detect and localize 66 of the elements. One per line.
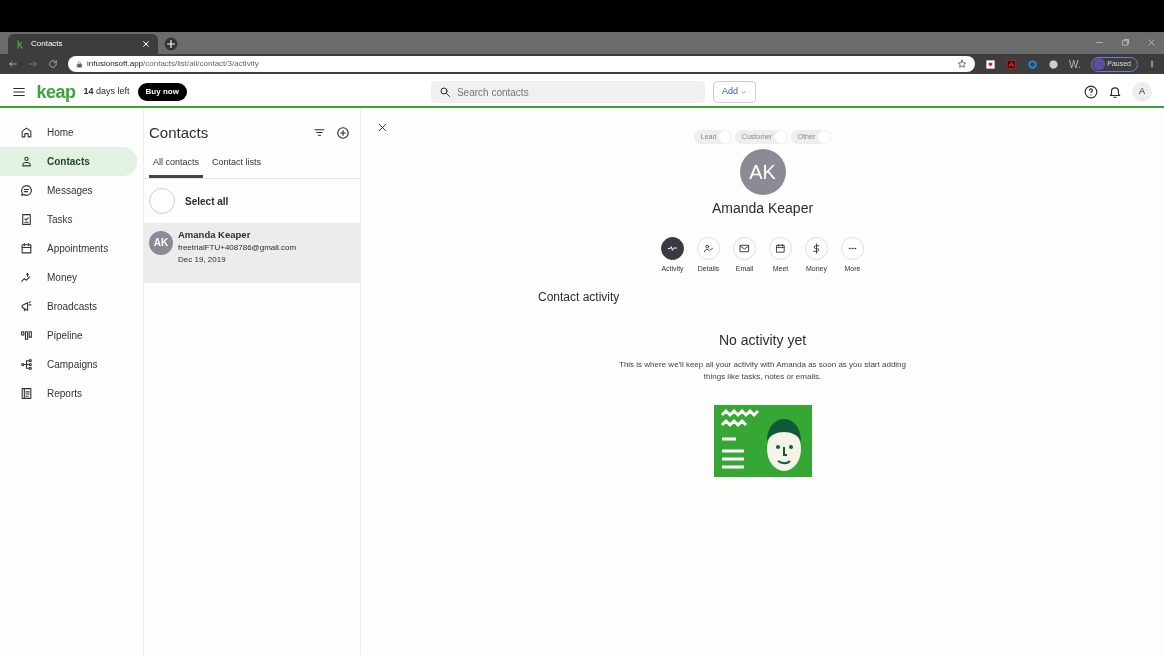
contact-date: Dec 19, 2019 — [178, 254, 227, 267]
tab[interactable]: Contact lists — [208, 149, 266, 178]
contact-name: Amanda Keaper — [711, 198, 814, 218]
caret-icon — [740, 88, 748, 96]
chat-icon — [20, 184, 33, 197]
url-text: infusionsoft.app/contacts/list/all/contact/3/activity — [87, 58, 259, 70]
tab-title: Contacts — [31, 38, 63, 50]
address-bar[interactable]: infusionsoft.app/contacts/list/all/contact/3/activity — [68, 56, 976, 72]
sidebar-item[interactable]: Campaigns — [0, 350, 137, 379]
profile-avatar — [1092, 58, 1105, 70]
star-icon[interactable] — [957, 59, 968, 69]
sidebar-item[interactable]: Home — [0, 118, 137, 147]
new-tab-icon[interactable] — [164, 37, 178, 51]
tab[interactable]: All contacts — [149, 149, 204, 178]
columns-icon — [20, 329, 33, 342]
contact-avatar: AK — [149, 230, 173, 255]
checklist-icon — [20, 213, 33, 226]
back-icon[interactable] — [8, 59, 18, 69]
menu-icon[interactable] — [12, 85, 26, 99]
extension-label[interactable]: W. — [1069, 56, 1081, 72]
contact-row[interactable]: AK Amanda Keaper freetrialFTU+408786@gmail.com Dec 19, 2019 — [144, 223, 360, 283]
sidebar-item[interactable]: Pipeline — [0, 321, 137, 350]
user-avatar[interactable]: A — [1132, 82, 1152, 102]
browser-tab[interactable]: Contacts — [8, 34, 158, 54]
home-icon — [20, 126, 33, 139]
page-icon — [16, 39, 25, 49]
help-icon[interactable] — [1084, 85, 1098, 99]
ring-icon[interactable] — [1027, 58, 1039, 70]
sidebar-item[interactable]: Tasks — [0, 205, 137, 234]
bell-icon[interactable] — [1108, 85, 1122, 99]
add-icon[interactable] — [336, 126, 350, 141]
sidebar-item[interactable]: Reports — [0, 379, 137, 408]
section-title: Contact activity — [538, 289, 620, 306]
close-icon[interactable] — [377, 122, 388, 133]
empty-text: This is where we'll keep all your activity with Amanda as soon as you start adding things like tasks, notes or emails. — [618, 359, 907, 383]
select-all-checkbox[interactable] — [149, 188, 175, 214]
calendar-icon — [20, 242, 33, 255]
search-field[interactable]: Search contacts — [430, 81, 705, 103]
lock-icon — [76, 60, 83, 68]
contact-email: freetrialFTU+408786@gmail.com — [178, 242, 297, 255]
sidebar-item[interactable]: Appointments — [0, 234, 137, 263]
more-icon[interactable] — [1148, 59, 1156, 69]
search-icon — [438, 86, 451, 98]
sidebar-item[interactable]: Broadcasts — [0, 292, 137, 321]
dollar-chart-icon — [20, 271, 33, 284]
empty-title: No activity yet — [718, 331, 807, 350]
add-button[interactable]: Add — [712, 81, 757, 103]
document-icon — [20, 387, 33, 400]
buy-now-button[interactable]: Buy now — [137, 83, 187, 101]
person-icon — [20, 155, 33, 168]
contact-avatar: AK — [739, 149, 786, 195]
flow-icon — [20, 358, 33, 371]
sidebar-item[interactable]: Contacts — [0, 147, 137, 176]
document-icon[interactable] — [1006, 58, 1018, 70]
calendar-icon — [775, 242, 786, 254]
reload-icon[interactable] — [48, 59, 58, 69]
trial-text: 14 days left — [83, 85, 130, 99]
sidebar-item[interactable]: Money — [0, 263, 137, 292]
select-all-label[interactable]: Select all — [185, 193, 229, 209]
dollar-icon — [811, 242, 822, 254]
envelope-icon — [739, 242, 750, 254]
restore-icon[interactable] — [1120, 38, 1130, 48]
contact-name: Amanda Keaper — [178, 228, 252, 242]
panel-title: Contacts — [149, 123, 209, 143]
megaphone-icon — [20, 300, 33, 313]
sidebar-item[interactable]: Messages — [0, 176, 137, 205]
